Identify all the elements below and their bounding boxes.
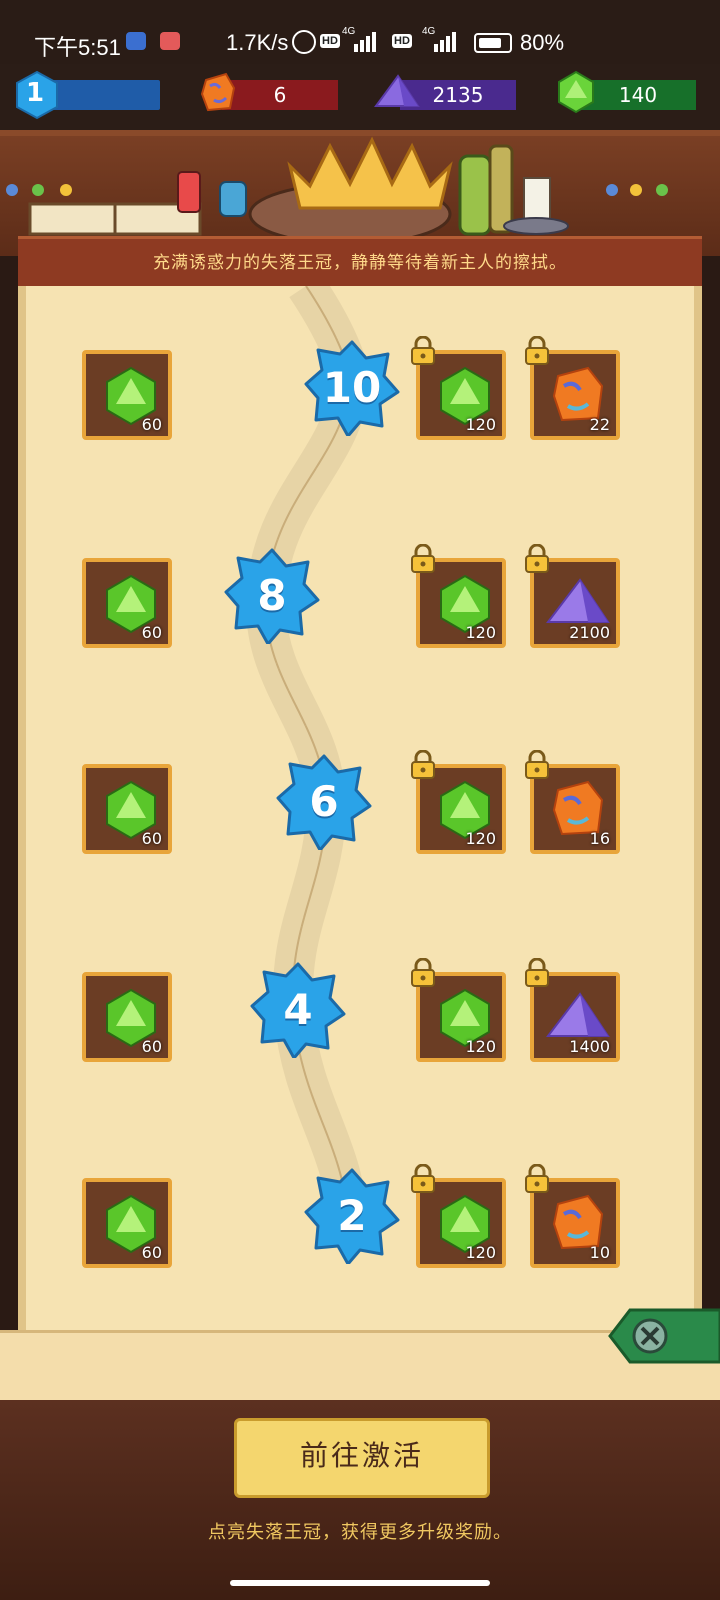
ore-value: 6: [273, 83, 287, 107]
lock-icon: [410, 1163, 436, 1194]
reward-value: 16: [589, 829, 610, 848]
lock-icon: [524, 749, 550, 780]
reward-value: 120: [465, 623, 496, 642]
status-time: 下午5:51: [34, 35, 121, 60]
reward-value: 60: [141, 829, 162, 848]
alarm-icon: [292, 30, 316, 54]
level-node[interactable]: 2: [304, 1168, 400, 1264]
lock-icon: [524, 957, 550, 988]
reward-value: 22: [589, 415, 610, 434]
lock-icon: [410, 957, 436, 988]
battery-percent: 80%: [520, 30, 565, 55]
app-notification-icon: [126, 32, 146, 50]
reward-value: 120: [465, 829, 496, 848]
close-button[interactable]: [600, 1306, 720, 1366]
level-node[interactable]: 6: [276, 754, 372, 850]
lock-icon: [524, 335, 550, 366]
level-number: 10: [322, 363, 382, 412]
free-reward-tile[interactable]: 60: [82, 764, 172, 854]
ore-resource: 6: [222, 80, 338, 110]
level-node[interactable]: 10: [304, 340, 400, 436]
info-banner: 充满诱惑力的失落王冠，静静等待着新主人的擦拭。: [18, 236, 702, 292]
hd-badge-1: HD: [320, 34, 340, 48]
battery-icon: [474, 33, 512, 53]
gem-resource: 140: [580, 80, 696, 110]
signal-icon-1: [354, 32, 376, 52]
network-speed: 1.7K/s: [226, 30, 289, 55]
level-node[interactable]: 4: [250, 962, 346, 1058]
activate-button[interactable]: 前往激活: [234, 1418, 490, 1498]
purple-crystal-icon: [546, 992, 610, 1037]
orange-ore-icon: [200, 72, 236, 112]
lock-icon: [410, 543, 436, 574]
crystal-value: 2135: [432, 83, 484, 107]
lock-icon: [410, 749, 436, 780]
level-node[interactable]: 8: [224, 548, 320, 644]
lock-icon: [524, 1163, 550, 1194]
level-number: 8: [257, 571, 287, 620]
level-number: 4: [283, 985, 313, 1034]
reward-value: 60: [141, 623, 162, 642]
reward-value: 60: [141, 415, 162, 434]
reward-value: 2100: [569, 623, 610, 642]
close-icon: [608, 1308, 720, 1364]
lock-icon: [410, 335, 436, 366]
level-number: 2: [337, 1191, 367, 1240]
free-reward-tile[interactable]: 60: [82, 558, 172, 648]
free-reward-tile[interactable]: 60: [82, 1178, 172, 1268]
gem-value: 140: [618, 83, 658, 107]
reward-value: 10: [589, 1243, 610, 1262]
reward-value: 60: [141, 1243, 162, 1262]
resource-bar: 1 6 2135 140: [0, 64, 720, 130]
hd-badge-2: HD: [392, 34, 412, 48]
free-reward-tile[interactable]: 60: [82, 350, 172, 440]
signal-icon-2: [434, 32, 456, 52]
reward-scroll[interactable]: 60 120 22 10 60 120 2100 8 60 120 16 6 60 120 1400 4 60 1…: [18, 286, 702, 1336]
status-bar: 下午5:51 1.7K/s HD 4G HD 4G 80%: [0, 0, 720, 64]
footer-hint: 点亮失落王冠，获得更多升级奖励。: [208, 1522, 512, 1543]
reward-value: 120: [465, 415, 496, 434]
reward-value: 120: [465, 1243, 496, 1262]
lock-icon: [524, 543, 550, 574]
green-gem-icon: [558, 70, 594, 114]
mi-notification-icon: [160, 32, 180, 50]
level-value: 1: [26, 78, 45, 108]
level-number: 6: [309, 777, 339, 826]
reward-value: 1400: [569, 1037, 610, 1056]
gesture-handle: [230, 1580, 490, 1586]
purple-crystal-icon: [374, 74, 420, 107]
free-reward-tile[interactable]: 60: [82, 972, 172, 1062]
reward-value: 60: [141, 1037, 162, 1056]
purple-crystal-icon: [546, 578, 610, 623]
reward-value: 120: [465, 1037, 496, 1056]
